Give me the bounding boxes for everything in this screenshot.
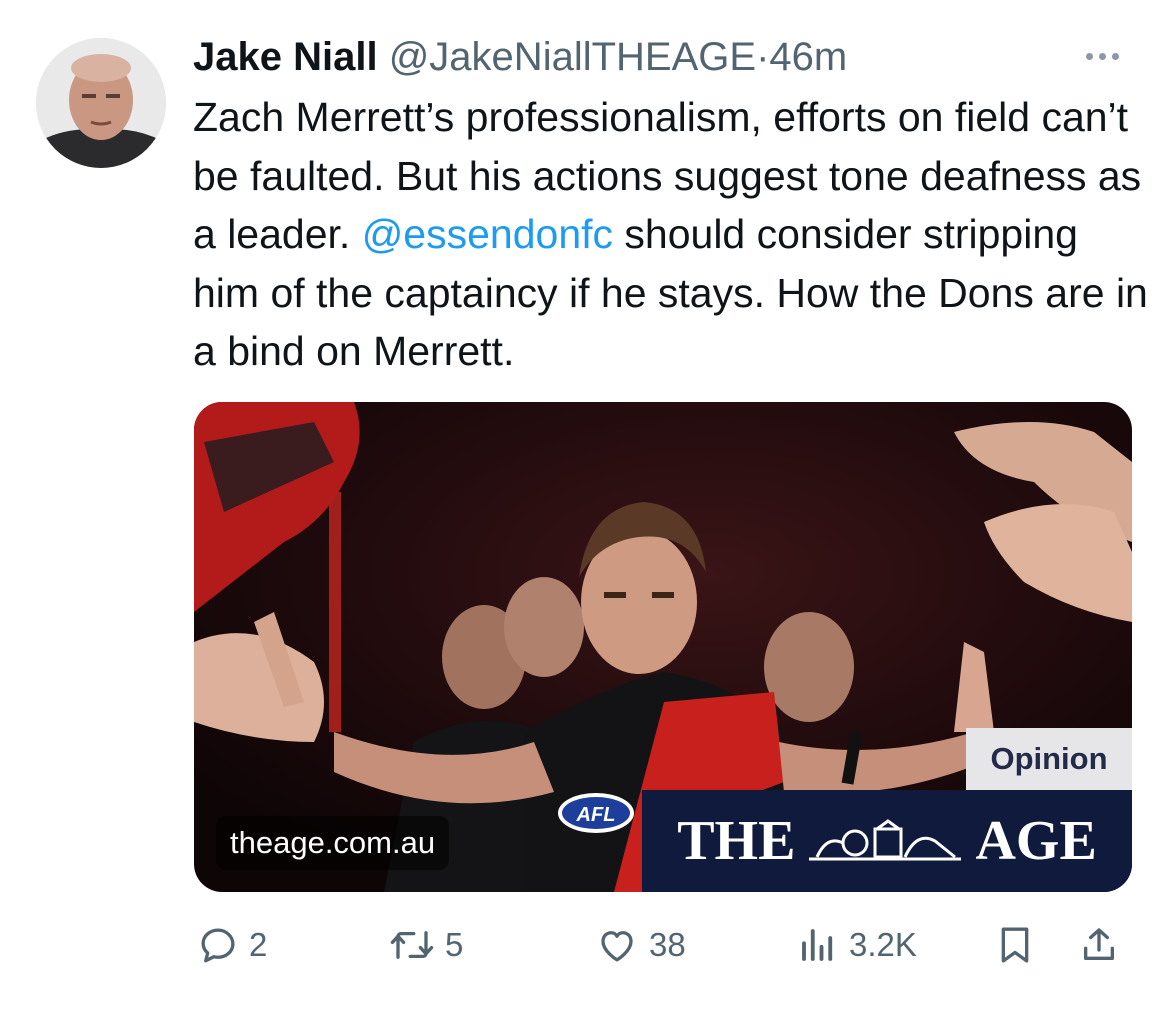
like-button[interactable]: 38 xyxy=(595,920,686,970)
reply-count: 2 xyxy=(249,926,268,963)
afl-logo: AFL xyxy=(558,793,634,833)
separator-dot: · xyxy=(756,35,770,79)
tweet-header: Jake Niall @JakeNiallTHEAGE·46m xyxy=(193,33,847,81)
share-icon xyxy=(1084,928,1114,960)
author-name[interactable]: Jake Niall xyxy=(193,35,378,79)
retweet-count: 5 xyxy=(445,926,464,963)
avatar-image xyxy=(36,38,166,168)
views-icon xyxy=(802,929,833,961)
like-icon xyxy=(601,931,633,962)
views-button[interactable]: 3.2K xyxy=(797,920,917,970)
retweet-icon xyxy=(390,931,434,959)
bookmark-button[interactable] xyxy=(995,920,1035,970)
reply-button[interactable]: 2 xyxy=(197,920,267,970)
reply-icon xyxy=(201,928,235,963)
card-domain: theage.com.au xyxy=(216,816,450,870)
bookmark-icon xyxy=(1001,927,1029,963)
more-icon[interactable] xyxy=(1086,46,1130,66)
retweet-button[interactable]: 5 xyxy=(389,920,463,970)
opinion-badge: Opinion xyxy=(966,728,1132,790)
tweet-text: Zach Merrett’s professionalism, efforts … xyxy=(193,88,1153,381)
mention-link[interactable]: @essendonfc xyxy=(362,211,613,257)
like-count: 38 xyxy=(649,926,686,963)
masthead-the: THE xyxy=(677,810,796,872)
tweet-timestamp[interactable]: 46m xyxy=(769,35,847,79)
action-bar: 2 5 38 3.2K xyxy=(193,920,1143,970)
crest-icon xyxy=(809,819,962,861)
avatar[interactable] xyxy=(36,38,166,168)
views-count: 3.2K xyxy=(849,926,917,963)
author-handle[interactable]: @JakeNiallTHEAGE xyxy=(389,35,756,79)
share-button[interactable] xyxy=(1079,920,1119,970)
masthead-age: AGE xyxy=(975,810,1097,872)
link-card[interactable]: AFL Opinion THE AGE theage.com.au xyxy=(194,402,1132,892)
masthead: THE AGE xyxy=(642,790,1132,892)
afl-logo-text: AFL xyxy=(576,804,616,826)
